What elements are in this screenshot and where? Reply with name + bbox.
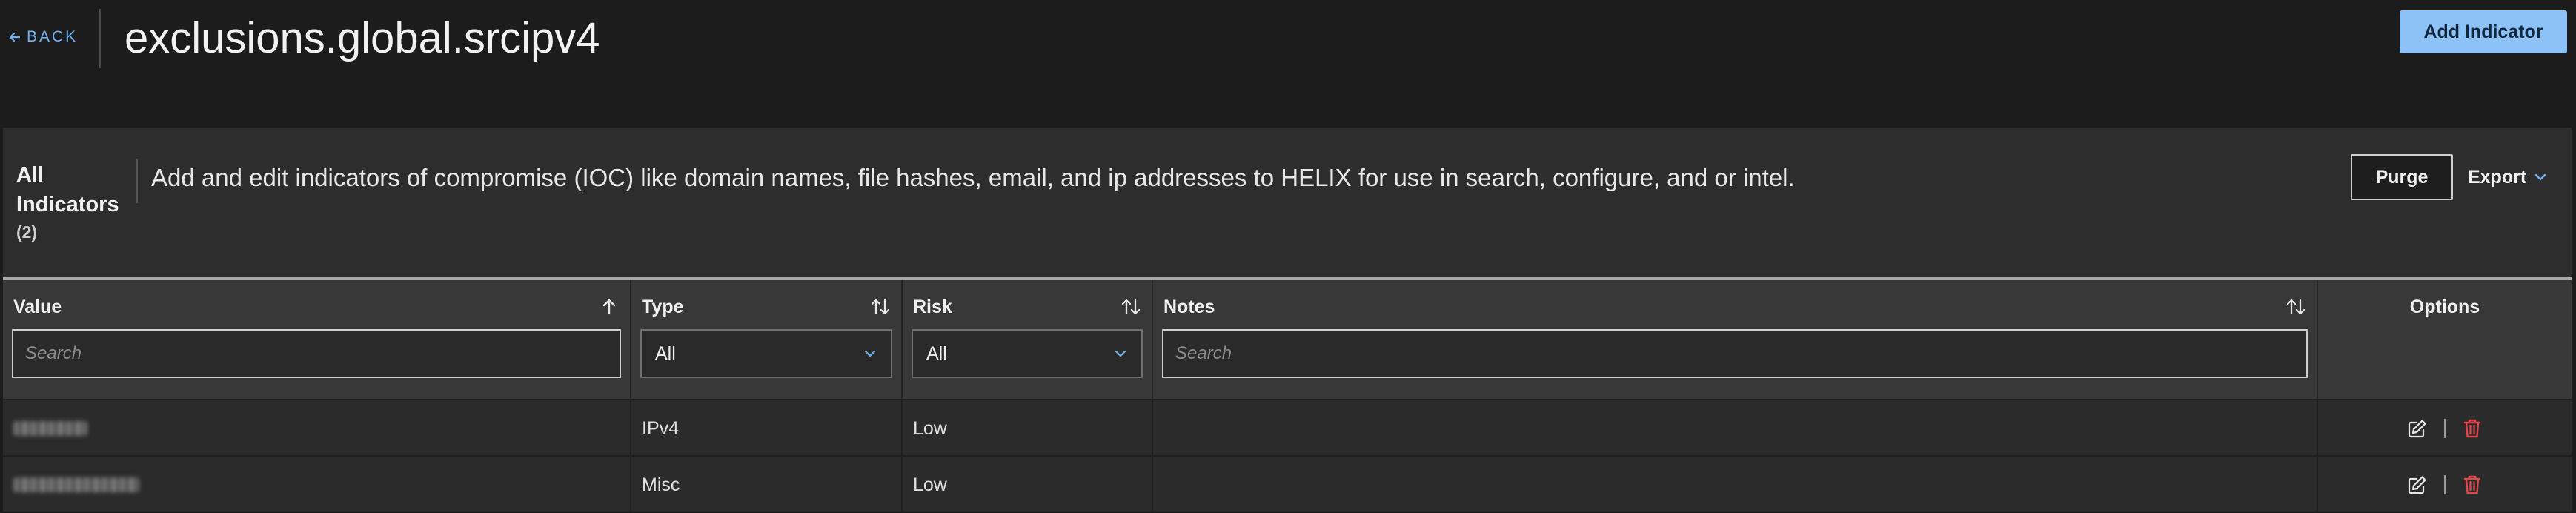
edit-icon[interactable] xyxy=(2406,417,2429,440)
redacted-value xyxy=(13,421,87,436)
column-header-options: Options xyxy=(2409,297,2480,317)
cell-value xyxy=(3,400,631,457)
row-options xyxy=(2318,400,2572,457)
column-notes: Notes xyxy=(1153,280,2318,399)
export-label: Export xyxy=(2468,166,2527,188)
page-header: BACK exclusions.global.srcipv4 Add Indic… xyxy=(0,0,2576,128)
column-risk: Risk All xyxy=(903,280,1153,399)
options-separator xyxy=(2444,419,2446,438)
column-type: Type All xyxy=(631,280,903,399)
table-header: Value Type All Ris xyxy=(3,280,2572,399)
summary-description: Add and edit indicators of compromise (I… xyxy=(151,164,1795,191)
sort-up-icon[interactable] xyxy=(599,297,620,317)
cell-notes xyxy=(1153,457,2318,513)
export-dropdown[interactable]: Export xyxy=(2468,162,2547,193)
chevron-down-icon xyxy=(1115,350,1126,357)
trash-icon[interactable] xyxy=(2460,417,2484,440)
type-filter-value: All xyxy=(655,342,676,364)
add-indicator-button[interactable]: Add Indicator xyxy=(2400,10,2567,53)
column-header-value: Value xyxy=(13,296,62,317)
indicators-panel: All Indicators (2) Add and edit indicato… xyxy=(3,128,2572,513)
column-options: Options xyxy=(2318,280,2572,399)
redacted-value xyxy=(13,477,139,492)
all-indicators-heading: All Indicators xyxy=(16,163,119,216)
purge-button[interactable]: Purge xyxy=(2351,154,2453,200)
table-row: IPv4 Low xyxy=(3,399,2572,457)
cell-type: IPv4 xyxy=(631,400,903,457)
indicator-count: (2) xyxy=(16,222,38,242)
risk-filter-select[interactable]: All xyxy=(912,329,1143,378)
cell-type: Misc xyxy=(631,457,903,513)
cell-risk: Low xyxy=(903,400,1153,457)
arrow-left-icon xyxy=(9,32,21,42)
column-header-notes: Notes xyxy=(1163,296,1215,317)
column-header-risk: Risk xyxy=(913,296,952,317)
risk-filter-value: All xyxy=(926,342,947,364)
chevron-down-icon xyxy=(864,350,876,357)
column-value: Value xyxy=(3,280,631,399)
column-header-type: Type xyxy=(642,296,684,317)
summary-divider xyxy=(136,159,138,203)
trash-icon[interactable] xyxy=(2460,473,2484,497)
page-title: exclusions.global.srcipv4 xyxy=(125,14,600,62)
sort-both-icon[interactable] xyxy=(870,297,891,317)
cell-risk: Low xyxy=(903,457,1153,513)
sort-both-icon[interactable] xyxy=(2285,297,2306,317)
chevron-down-icon xyxy=(2534,173,2546,181)
table-row: Misc Low xyxy=(3,455,2572,513)
cell-value xyxy=(3,457,631,513)
row-options xyxy=(2318,457,2572,513)
back-label: BACK xyxy=(27,28,79,45)
summary-bar: All Indicators (2) Add and edit indicato… xyxy=(3,128,2572,279)
sort-both-icon[interactable] xyxy=(1121,297,1141,317)
notes-search-input[interactable] xyxy=(1162,329,2308,378)
options-separator xyxy=(2444,475,2446,494)
edit-icon[interactable] xyxy=(2406,473,2429,497)
back-link[interactable]: BACK xyxy=(7,27,78,47)
type-filter-select[interactable]: All xyxy=(640,329,892,378)
value-search-input[interactable] xyxy=(12,329,621,378)
title-divider xyxy=(99,9,101,68)
cell-notes xyxy=(1153,400,2318,457)
